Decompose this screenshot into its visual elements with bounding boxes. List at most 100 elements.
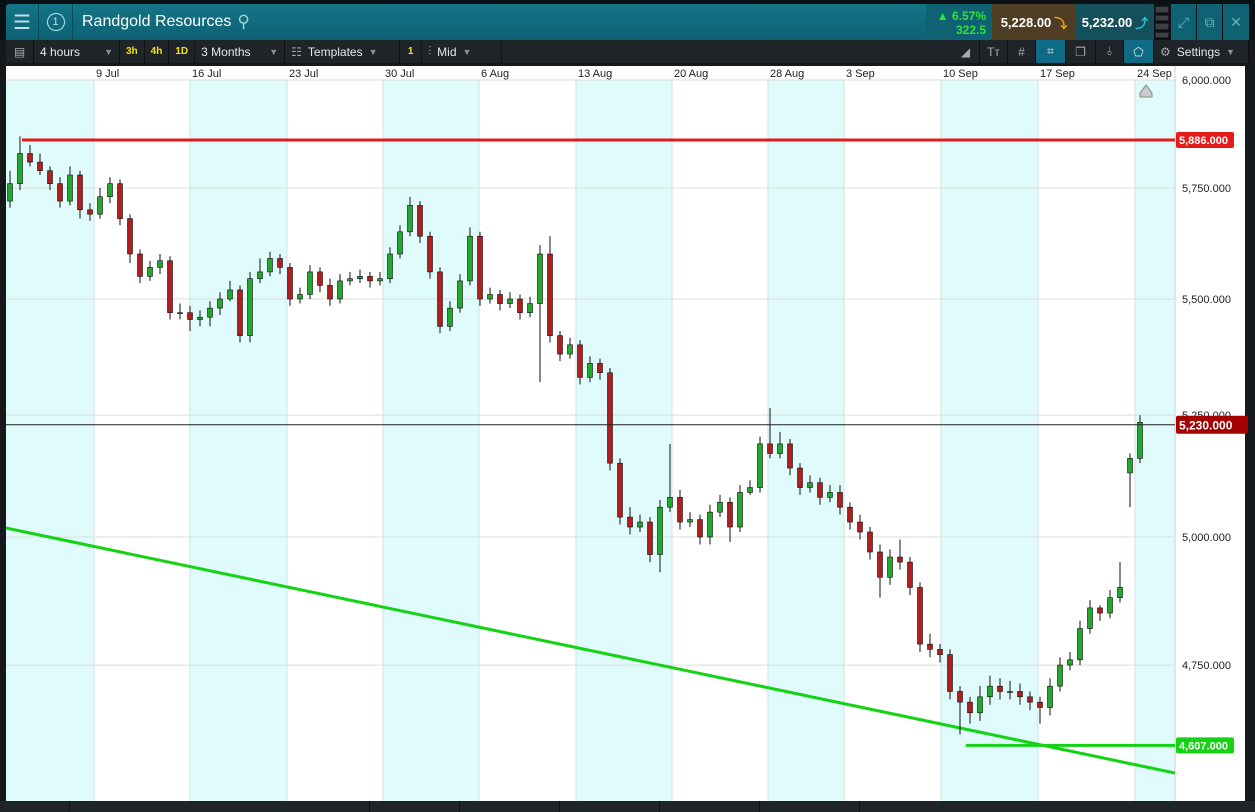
bottom-tab-bar [0, 801, 1255, 812]
chevron-down-icon: ▼ [368, 46, 378, 57]
price-tick-label: 4,750.000 [1182, 660, 1231, 672]
arrow-up-icon: ⤴ [1135, 15, 1149, 31]
candle-up [67, 174, 73, 202]
candle-up [7, 183, 13, 202]
candle-up [377, 278, 383, 282]
bottom-tab[interactable] [760, 801, 860, 812]
candle-up [657, 506, 663, 555]
date-tick-label: 10 Sep [943, 68, 978, 80]
candle-up [757, 443, 763, 488]
candle-down [277, 258, 283, 268]
candle-up [747, 487, 753, 493]
candle-up [1057, 664, 1063, 687]
bottom-spacer [70, 801, 370, 812]
price-tick-label: 5,000.000 [1182, 532, 1231, 544]
window-number-badge[interactable]: 1 [39, 4, 73, 40]
candle-up [147, 267, 153, 277]
date-tick-label: 17 Sep [1040, 68, 1075, 80]
list-icon[interactable]: ▤ [6, 40, 34, 63]
candle-up [1137, 422, 1143, 459]
templates-select[interactable]: ☷ Templates ▼ [285, 40, 401, 63]
popout-icon[interactable]: ⧉ [1197, 4, 1222, 40]
grid-icon[interactable]: # [1008, 40, 1036, 63]
candle-up [567, 344, 573, 355]
candle-up [487, 294, 493, 300]
layers-icon[interactable]: ❐ [1066, 40, 1096, 63]
candle-down [927, 643, 933, 650]
date-tick-label: 6 Aug [481, 68, 509, 80]
price-label-icon[interactable]: ⬠ [1124, 40, 1154, 63]
bottom-tab[interactable] [370, 801, 460, 812]
sell-button[interactable]: 5,228.00 ⤵ [992, 4, 1076, 40]
bottom-tab[interactable] [660, 801, 760, 812]
candle-up [1127, 458, 1133, 474]
candle-down [627, 516, 633, 528]
candle-down [557, 335, 563, 355]
arrow-down-icon: ⤵ [1054, 15, 1068, 31]
buy-button[interactable]: 5,232.00 ⤴ [1076, 4, 1154, 40]
chevron-down-icon: ▼ [462, 46, 472, 57]
candle-down [287, 267, 293, 300]
chevron-down-icon: ▼ [269, 46, 279, 57]
candle-up [387, 253, 393, 279]
candle-down [1027, 696, 1033, 703]
candle-down [727, 501, 733, 528]
candle-up [987, 685, 993, 698]
candle-down [847, 506, 853, 523]
bottom-tab[interactable] [460, 801, 560, 812]
candle-up [107, 183, 113, 198]
bottom-tab[interactable] [560, 801, 660, 812]
candle-down [317, 271, 323, 286]
change-absolute: 322.5 [955, 23, 986, 37]
drawing-icon[interactable]: ◢ [952, 40, 980, 63]
interval-value: 4 hours [40, 44, 81, 59]
candle-down [837, 492, 843, 508]
candle-down [787, 443, 793, 469]
candle-up [217, 298, 223, 309]
candle-down [497, 294, 503, 304]
candle-down [617, 462, 623, 518]
top-bar: ☰ 1 Randgold Resources ⚲ ▲ 6.57% 322.5 5,… [0, 0, 1255, 40]
settings-button[interactable]: ⚙ Settings ▼ [1154, 40, 1249, 63]
range-select[interactable]: 3 Months ▼ [195, 40, 286, 63]
interval-3h[interactable]: 3h [120, 40, 145, 63]
price-type-select[interactable]: ⫶ Mid ▼ [422, 40, 503, 63]
candle-up [347, 278, 353, 282]
candle-down [237, 289, 243, 336]
candle-up [247, 278, 253, 336]
instrument-title[interactable]: Randgold Resources [82, 13, 231, 31]
layer-count[interactable]: 1 [400, 40, 423, 63]
candle-up [887, 556, 893, 578]
candle-down [937, 649, 943, 655]
candle-down [427, 235, 433, 273]
interval-4h[interactable]: 4h [145, 40, 170, 63]
close-icon[interactable]: ✕ [1223, 4, 1249, 40]
candle-down [697, 519, 703, 538]
candle-down [47, 170, 53, 184]
candle-up [777, 443, 783, 454]
search-icon[interactable]: ⚲ [237, 12, 249, 32]
date-tick-label: 20 Aug [674, 68, 708, 80]
chart-toolbar: ▤ 4 hours ▼ 3h 4h 1D 3 Months ▼ ☷ Templates… [6, 40, 1249, 63]
bottom-controls[interactable] [0, 801, 70, 812]
candle-down [27, 153, 33, 163]
interval-1d[interactable]: 1D [169, 40, 196, 63]
menu-icon[interactable]: ☰ [6, 4, 39, 40]
candle-down [367, 276, 373, 282]
interval-select[interactable]: 4 hours ▼ [34, 40, 120, 63]
candle-down [957, 691, 963, 703]
candle-up [717, 501, 723, 513]
price-chart[interactable]: 9 Jul 16 Jul 23 Jul 30 Jul 6 Aug 13 Aug 20 Aug… [0, 63, 1255, 801]
date-tick-label: 28 Aug [770, 68, 804, 80]
candle-up [527, 303, 533, 313]
expand-icon[interactable]: ⤢ [1171, 4, 1196, 40]
price-change: ▲ 6.57% 322.5 [926, 4, 992, 40]
range-value: 3 Months [201, 44, 251, 59]
text-icon[interactable]: Tт [980, 40, 1008, 63]
candle-up [157, 260, 163, 268]
date-tick-label: 30 Jul [385, 68, 414, 80]
crosshair-grid-icon[interactable]: ⌗ [1036, 40, 1066, 63]
candle-down [877, 551, 883, 578]
candle-up [267, 258, 273, 273]
indicator-icon[interactable]: ⫰ [1096, 40, 1124, 63]
